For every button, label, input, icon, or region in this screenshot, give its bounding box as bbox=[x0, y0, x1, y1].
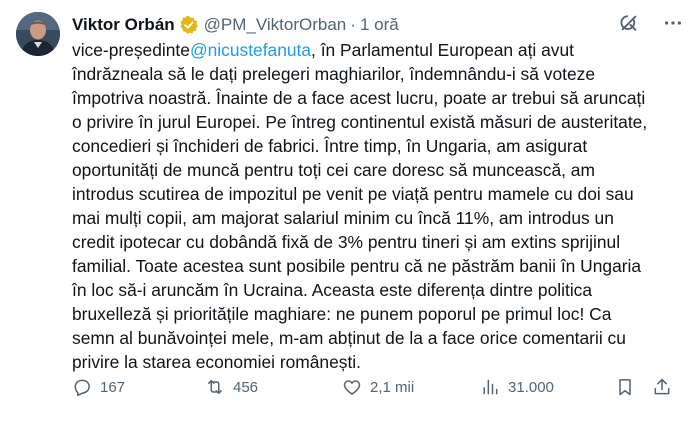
like-button[interactable]: 2,1 mii bbox=[342, 377, 414, 397]
avatar[interactable] bbox=[16, 12, 60, 56]
reply-button[interactable]: 167 bbox=[72, 377, 125, 397]
reply-count: 167 bbox=[100, 378, 126, 396]
share-icon bbox=[654, 378, 670, 395]
bookmark-icon bbox=[619, 379, 631, 396]
verified-badge-icon bbox=[179, 15, 199, 35]
tweet-text-main: , în Parlamentul European ați avut îndră… bbox=[72, 40, 648, 372]
bookmark-button[interactable] bbox=[615, 377, 643, 397]
author-name[interactable]: Viktor Orbán bbox=[72, 15, 175, 35]
author-handle[interactable]: @PM_ViktorOrban bbox=[204, 15, 347, 35]
retweet-icon bbox=[208, 380, 222, 394]
tweet-text-prefix: vice-președinte bbox=[72, 40, 190, 60]
retweet-button[interactable]: 456 bbox=[205, 377, 258, 397]
more-options-icon[interactable] bbox=[662, 12, 684, 34]
views-button[interactable]: 31.000 bbox=[480, 377, 554, 397]
grok-icon[interactable] bbox=[618, 12, 640, 34]
like-count: 2,1 mii bbox=[370, 378, 415, 396]
heart-icon bbox=[343, 380, 361, 395]
share-button[interactable] bbox=[652, 377, 680, 397]
avatar-photo bbox=[16, 12, 60, 56]
view-count: 31.000 bbox=[508, 378, 554, 396]
reply-icon bbox=[74, 379, 90, 397]
retweet-count: 456 bbox=[233, 378, 259, 396]
timestamp[interactable]: 1 oră bbox=[360, 15, 399, 35]
mention-link[interactable]: @nicustefanuta bbox=[190, 40, 311, 60]
views-chart-icon bbox=[483, 379, 498, 395]
tweet-header: Viktor Orbán @PM_ViktorOrban · 1 oră bbox=[72, 14, 399, 36]
tweet-text: vice-președinte@nicustefanuta, în Parlam… bbox=[72, 38, 688, 374]
separator-dot: · bbox=[350, 15, 356, 34]
tweet-action-bar: 167 456 2,1 mii 31.000 bbox=[72, 377, 672, 401]
tweet-top-actions bbox=[618, 12, 684, 34]
tweet-card[interactable]: Viktor Orbán @PM_ViktorOrban · 1 oră vic… bbox=[0, 0, 700, 427]
